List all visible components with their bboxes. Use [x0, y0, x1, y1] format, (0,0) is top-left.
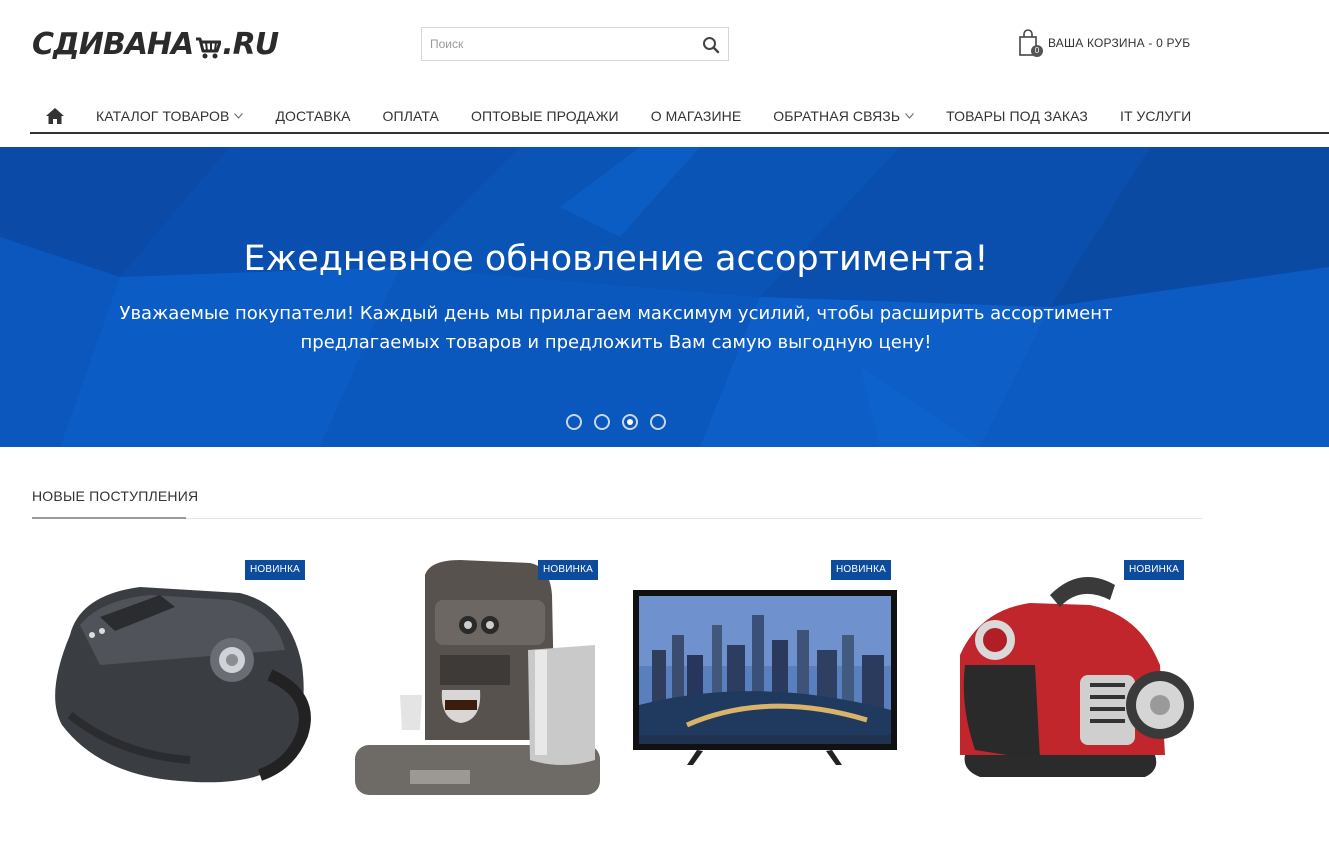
search-input[interactable]	[422, 28, 682, 60]
logo-dot: .	[222, 26, 233, 62]
slider-dot-3[interactable]	[622, 414, 638, 430]
nav-item-label: ОБРАТНАЯ СВЯЗЬ	[773, 108, 901, 124]
product-image-vacuum-black	[55, 587, 311, 783]
product-card[interactable]	[627, 555, 907, 835]
nav-item-delivery[interactable]: ДОСТАВКА	[259, 99, 366, 133]
section-divider	[32, 518, 1202, 519]
new-badge: НОВИНКА	[538, 560, 598, 580]
product-image-tv-set	[633, 590, 897, 765]
nav-item-label: О МАГАЗИНЕ	[650, 108, 742, 124]
product-card[interactable]	[40, 555, 320, 835]
section-tab-underline	[32, 517, 186, 519]
new-badge: НОВИНКА	[1124, 560, 1184, 580]
basket-label: ВАША КОРЗИНА - 0 РУБ	[1048, 36, 1191, 50]
nav-item-about[interactable]: О МАГАЗИНЕ	[635, 99, 758, 133]
nav-item-label: КАТАЛОГ ТОВАРОВ	[96, 108, 230, 124]
slider-dot-2[interactable]	[594, 414, 610, 430]
nav-item-label: ОПТОВЫЕ ПРОДАЖИ	[470, 108, 619, 124]
nav-item-catalog[interactable]: КАТАЛОГ ТОВАРОВ	[80, 99, 259, 133]
nav-item-it-services[interactable]: IT УСЛУГИ	[1104, 99, 1207, 133]
site-logo[interactable]: СДИВАНА . RU	[32, 26, 279, 62]
nav-item-feedback[interactable]: ОБРАТНАЯ СВЯЗЬ	[757, 99, 930, 133]
slider-dot-1[interactable]	[566, 414, 582, 430]
logo-text-tld: RU	[232, 26, 279, 62]
site-header: СДИВАНА . RU Поиск 0 ВАША КОРЗИНА - 0 РУ…	[0, 0, 1329, 92]
banner-text: Уважаемые покупатели! Каждый день мы при…	[119, 303, 1113, 353]
section-title-new-arrivals[interactable]: НОВЫЕ ПОСТУПЛЕНИЯ	[32, 488, 198, 504]
nav-item-payment[interactable]: ОПЛАТА	[367, 99, 455, 133]
basket-count-badge: 0	[1031, 45, 1043, 57]
shopping-bag-icon: 0	[1018, 29, 1043, 57]
slider-dot-4[interactable]	[650, 414, 666, 430]
home-icon[interactable]	[30, 99, 80, 133]
new-badge: НОВИНКА	[831, 560, 891, 580]
nav-item-label: ДОСТАВКА	[275, 108, 351, 124]
nav-item-label: IT УСЛУГИ	[1120, 108, 1192, 124]
slider-dots	[566, 414, 666, 430]
nav-item-wholesale[interactable]: ОПТОВЫЕ ПРОДАЖИ	[455, 99, 635, 133]
nav-item-label: ТОВАРЫ ПОД ЗАКАЗ	[946, 108, 1088, 124]
banner-title: Ежедневное обновление ассортимента!	[243, 239, 989, 279]
product-image-vacuum-red	[960, 577, 1194, 777]
new-badge: НОВИНКА	[245, 560, 305, 580]
product-image-coffee-machine	[355, 560, 600, 795]
logo-cart-icon	[195, 33, 222, 59]
product-card[interactable]	[920, 555, 1200, 835]
hero-banner[interactable]: Ежедневное обновление ассортимента! Уваж…	[0, 147, 1329, 447]
nav-item-label: ОПЛАТА	[382, 108, 439, 124]
product-card[interactable]	[340, 555, 620, 835]
main-nav: КАТАЛОГ ТОВАРОВ ДОСТАВКА ОПЛАТА ОПТОВЫЕ …	[30, 100, 1329, 134]
nav-item-preorder[interactable]: ТОВАРЫ ПОД ЗАКАЗ	[930, 99, 1104, 133]
search-icon[interactable]	[702, 36, 720, 54]
chevron-down-icon	[905, 113, 915, 119]
search-box	[421, 27, 729, 61]
logo-text-main: СДИВАНА	[32, 26, 194, 62]
banner-background	[0, 147, 1329, 447]
basket-link[interactable]: 0 ВАША КОРЗИНА - 0 РУБ	[1018, 28, 1190, 58]
chevron-down-icon	[234, 113, 244, 119]
